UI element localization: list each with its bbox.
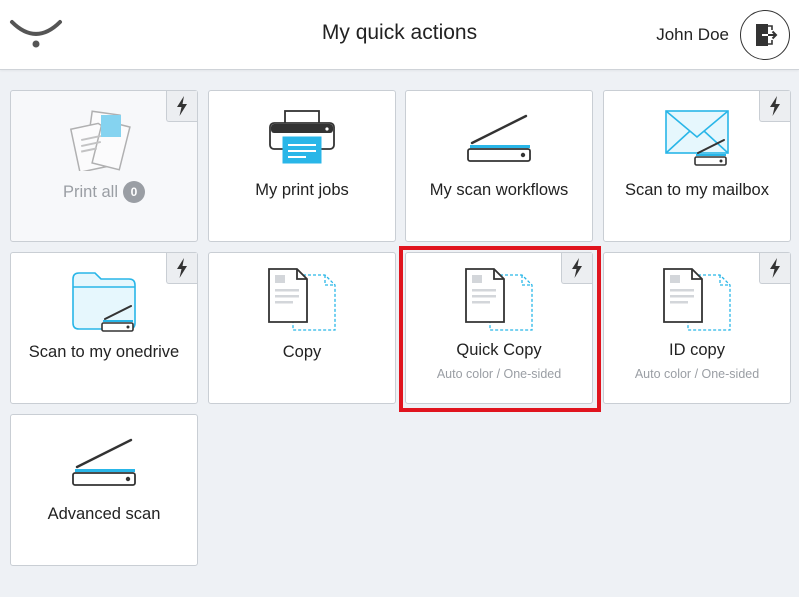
tile-print-all[interactable]: Print all 0 bbox=[10, 90, 198, 242]
lightning-icon bbox=[176, 258, 188, 278]
tile-advanced-scan[interactable]: Advanced scan bbox=[10, 414, 198, 566]
tile-label: Quick Copy bbox=[456, 341, 542, 359]
tile-my-scan-workflows[interactable]: My scan workflows bbox=[405, 90, 593, 242]
scanner-icon bbox=[11, 437, 197, 501]
quick-action-flash-button[interactable] bbox=[166, 253, 197, 284]
tile-label: Scan to my onedrive bbox=[28, 343, 180, 361]
lightning-icon bbox=[769, 96, 781, 116]
scanner-icon bbox=[406, 113, 592, 177]
tile-label: Print all 0 bbox=[11, 181, 197, 203]
lightning-icon bbox=[176, 96, 188, 116]
tile-sublabel: Auto color / One-sided bbox=[634, 367, 760, 381]
tile-my-print-jobs[interactable]: My print jobs bbox=[208, 90, 396, 242]
quick-action-flash-button[interactable] bbox=[759, 91, 790, 122]
logout-icon bbox=[756, 24, 778, 46]
tile-label: Scan to my mailbox bbox=[625, 181, 769, 199]
user-name: John Doe bbox=[656, 25, 729, 44]
quick-action-flash-button[interactable] bbox=[759, 253, 790, 284]
tile-label: Advanced scan bbox=[47, 505, 161, 523]
lightning-icon bbox=[769, 258, 781, 278]
tile-scan-to-my-onedrive[interactable]: Scan to my onedrive bbox=[10, 252, 198, 404]
tile-label: ID copy bbox=[669, 341, 725, 359]
tile-label: My scan workflows bbox=[429, 181, 569, 199]
count-badge: 0 bbox=[123, 181, 146, 203]
tile-label: Copy bbox=[282, 343, 322, 361]
tile-id-copy[interactable]: ID copy Auto color / One-sided bbox=[603, 252, 791, 404]
tile-quick-copy[interactable]: Quick Copy Auto color / One-sided bbox=[405, 252, 593, 404]
tile-sublabel: Auto color / One-sided bbox=[436, 367, 562, 381]
header-bar: My quick actions John Doe bbox=[0, 0, 799, 70]
printer-icon bbox=[209, 107, 395, 171]
lightning-icon bbox=[571, 258, 583, 278]
logout-button[interactable] bbox=[740, 10, 790, 60]
quick-action-flash-button[interactable] bbox=[166, 91, 197, 122]
copy-icon bbox=[209, 267, 395, 331]
quick-action-flash-button[interactable] bbox=[561, 253, 592, 284]
tile-copy[interactable]: Copy bbox=[208, 252, 396, 404]
tile-scan-to-my-mailbox[interactable]: Scan to my mailbox bbox=[603, 90, 791, 242]
tile-label: My print jobs bbox=[255, 181, 349, 199]
